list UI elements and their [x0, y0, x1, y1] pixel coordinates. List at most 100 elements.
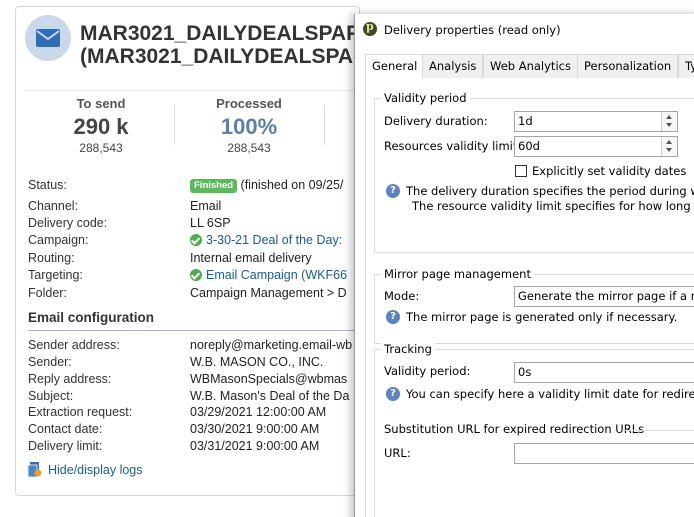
prop-channel: Channel: Email [28, 198, 358, 215]
explicit-dates-label: Explicitly set validity dates [532, 164, 687, 178]
targeting-link-text: Email Campaign (WKF66 [206, 268, 348, 282]
tab-content-general: Validity period Delivery duration: 1d Re… [365, 78, 694, 517]
status-text: (finished on 09/25/ [240, 178, 344, 192]
email-prop: Subject: W.B. Mason's Deal of the Da [28, 388, 358, 405]
email-prop: Reply address: WBMasonSpecials@wbmas [28, 371, 358, 388]
prop-key: Routing: [28, 251, 75, 265]
tab-bar: General Analysis Web Analytics Personali… [365, 54, 694, 79]
tab-personalization[interactable]: Personalization [577, 54, 679, 78]
kpi-sub: 288,543 [227, 141, 271, 155]
prop-key: Delivery code: [28, 216, 108, 230]
tab-web-analytics[interactable]: Web Analytics [483, 54, 578, 78]
prop-delivery-code: Delivery code: LL 6SP [28, 215, 358, 232]
prop-key: Extraction request: [28, 405, 133, 419]
validity-period-legend: Validity period [381, 91, 470, 105]
mode-label: Mode: [384, 289, 420, 303]
kpi-divider [324, 105, 325, 145]
resources-validity-value: 60d [518, 139, 540, 153]
url-input[interactable] [514, 443, 694, 464]
tab-analysis[interactable]: Analysis [422, 54, 484, 78]
help-icon: ? [386, 184, 400, 198]
prop-value: W.B. Mason's Deal of the Da [190, 389, 350, 403]
prop-key: Subject: [28, 389, 74, 403]
mirror-mode-value: Generate the mirror page if a mirro [518, 289, 694, 303]
explicit-dates-checkbox[interactable] [515, 165, 527, 177]
check-icon [190, 234, 202, 246]
envelope-icon [25, 15, 71, 61]
resources-validity-label: Resources validity limit: [384, 139, 522, 153]
prop-value: LL 6SP [190, 216, 231, 230]
email-prop: Sender: W.B. MASON CO., INC. [28, 354, 358, 371]
campaign-link[interactable]: 3-30-21 Deal of the Day: [190, 232, 360, 249]
hide-display-logs-link[interactable]: Hide/display logs [27, 462, 143, 478]
prop-status: Status: Finished (finished on 09/25/ [28, 177, 358, 194]
prop-key: Targeting: [28, 268, 83, 282]
prop-targeting: Targeting: Email Campaign (WKF66 [28, 267, 358, 284]
validity-note-line1: The delivery duration specifies the peri… [406, 184, 694, 198]
app-icon [363, 20, 377, 36]
prop-campaign: Campaign: 3-30-21 Deal of the Day: [28, 232, 358, 249]
dialog-title: Delivery properties (read only) [384, 23, 561, 37]
dialog-titlebar[interactable]: Delivery properties (read only) [355, 14, 694, 46]
prop-value: Campaign Management > D [190, 286, 347, 300]
prop-value: WBMasonSpecials@wbmas [190, 372, 348, 386]
spinner-icon[interactable] [661, 137, 677, 156]
tab-general[interactable]: General [365, 54, 425, 79]
substitution-url-legend: Substitution URL for expired redirection… [384, 422, 648, 436]
kpi-strip: To send 290 k 288,543 Processed 100% 288… [26, 90, 356, 166]
prop-key: Sender: [28, 355, 72, 369]
kpi-sub: 288,543 [79, 141, 123, 155]
prop-key: Channel: [28, 199, 79, 213]
prop-key: Contact date: [28, 422, 103, 436]
kpi-value: 100% [220, 114, 278, 139]
validity-note-line2: The resource validity limit specifies fo… [412, 199, 694, 213]
kpi-to-send: To send 290 k 288,543 [26, 95, 176, 155]
mirror-note: The mirror page is generated only if nec… [406, 310, 678, 324]
prop-value: 03/31/2021 9:00:00 AM [190, 439, 320, 453]
resources-validity-input[interactable]: 60d [514, 136, 678, 157]
logs-link-text: Hide/display logs [48, 463, 143, 477]
delivery-duration-value: 1d [518, 114, 533, 128]
tracking-validity-value: 0s [518, 365, 532, 379]
prop-value: Email [190, 199, 222, 213]
tracking-legend: Tracking [381, 342, 435, 356]
tracking-validity-input[interactable]: 0s [514, 362, 694, 383]
tracking-note: You can specify here a validity limit da… [406, 387, 694, 401]
prop-key: Sender address: [28, 338, 120, 352]
kpi-label: Processed [216, 96, 282, 111]
prop-routing: Routing: Internal email delivery [28, 250, 358, 267]
email-prop: Contact date: 03/30/2021 9:00:00 AM [28, 421, 358, 438]
delivery-title-line2: (MAR3021_DAILYDEALSPAP [80, 45, 368, 68]
mirror-page-group: Mirror page management [374, 267, 694, 344]
delivery-duration-label: Delivery duration: [384, 114, 488, 128]
substitution-url-group: Substitution URL for expired redirection… [384, 422, 694, 436]
targeting-link[interactable]: Email Campaign (WKF66 [190, 267, 360, 284]
prop-value: noreply@marketing.email-wb [190, 338, 353, 352]
email-prop: Extraction request: 03/29/2021 12:00:00 … [28, 404, 358, 421]
divider [624, 430, 694, 431]
delivery-duration-input[interactable]: 1d [514, 111, 678, 132]
prop-value: 03/30/2021 9:00:00 AM [190, 422, 320, 436]
mirror-mode-select[interactable]: Generate the mirror page if a mirro [514, 286, 694, 307]
logs-icon [27, 462, 42, 478]
prop-key: Campaign: [28, 233, 89, 247]
prop-key: Reply address: [28, 372, 112, 386]
prop-value: W.B. MASON CO., INC. [190, 355, 324, 369]
spinner-icon[interactable] [661, 112, 677, 131]
prop-value: 03/29/2021 12:00:00 AM [190, 405, 327, 419]
status-badge: Finished [190, 179, 238, 193]
email-prop: Delivery limit: 03/31/2021 9:00:00 AM [28, 438, 358, 455]
prop-value: Finished (finished on 09/25/ [190, 177, 360, 194]
prop-key: Status: [28, 178, 67, 192]
kpi-processed: Processed 100% 288,543 [174, 95, 324, 155]
kpi-label: To send [76, 96, 126, 111]
tracking-validity-label: Validity period: [384, 364, 471, 378]
delivery-title-line1: MAR3021_DAILYDEALSPAP [80, 22, 361, 45]
email-prop: Sender address: noreply@marketing.email-… [28, 337, 358, 354]
tab-typology[interactable]: Typ [678, 54, 694, 78]
help-icon: ? [386, 387, 400, 401]
url-label: URL: [384, 446, 411, 460]
email-configuration-heading: Email configuration [28, 310, 356, 331]
prop-key: Delivery limit: [28, 439, 103, 453]
prop-key: Folder: [28, 286, 67, 300]
